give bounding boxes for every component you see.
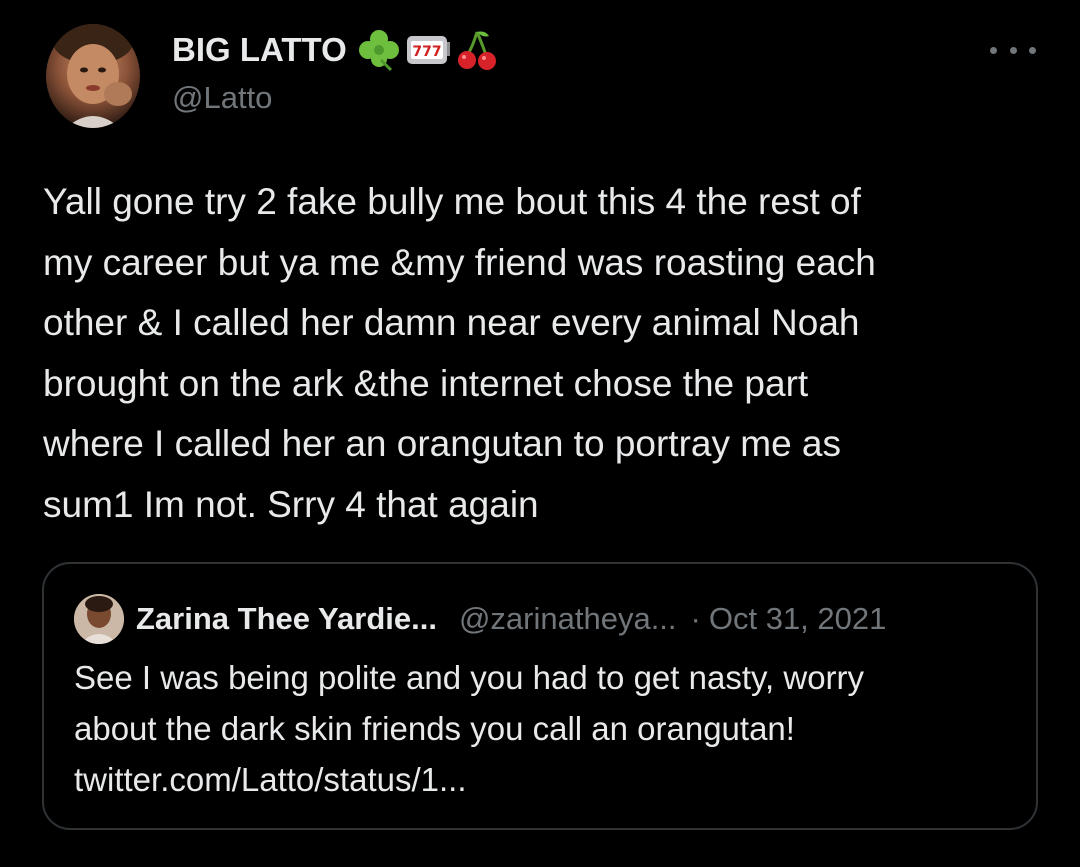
quoted-author-handle[interactable]: @zarinatheya... (459, 601, 677, 637)
quoted-avatar-photo-icon (74, 594, 124, 644)
more-dot (990, 46, 997, 54)
name-emojis: 777 (357, 28, 499, 72)
quoted-author-avatar[interactable] (74, 594, 124, 644)
tweet-text-line: my career but ya me &my friend was roast… (43, 241, 876, 283)
more-options-icon[interactable] (990, 40, 1036, 60)
quoted-tweet-header: Zarina Thee Yardie... @zarinatheya... · … (136, 594, 886, 644)
tweet-text-line: other & I called her damn near every ani… (43, 302, 860, 343)
author-name[interactable]: BIG LATTO 777 (172, 28, 499, 72)
tweet-text: Yall gone try 2 fake bully me bout this … (43, 172, 1043, 535)
quoted-date[interactable]: Oct 31, 2021 (709, 601, 887, 637)
tweet: BIG LATTO 777 @Latto Yall gone try 2 fak… (0, 0, 1080, 867)
shamrock-icon (358, 30, 399, 72)
tweet-text-line: Yall gone try 2 fake bully me bout this … (43, 181, 861, 222)
quoted-tweet-text: See I was being polite and you had to ge… (74, 652, 1014, 805)
quoted-link[interactable]: twitter.com/Latto/status/1... (74, 754, 1014, 805)
tweet-text-line: where I called her an orangutan to portr… (43, 423, 842, 464)
quoted-tweet-card[interactable]: Zarina Thee Yardie... @zarinatheya... · … (42, 562, 1038, 830)
quoted-text-line: about the dark skin friends you call an … (74, 710, 795, 747)
quoted-separator: · (690, 601, 701, 636)
svg-text:777: 777 (412, 44, 441, 60)
quoted-author-name[interactable]: Zarina Thee Yardie... (136, 601, 437, 637)
author-name-text: BIG LATTO (172, 31, 347, 68)
avatar-photo-icon (53, 24, 133, 128)
tweet-text-line: brought on the ark &the internet chose t… (43, 362, 809, 404)
tweet-text-line: sum1 Im not. Srry 4 that again (43, 483, 539, 525)
slot-machine-icon: 777 (406, 36, 450, 64)
author-avatar[interactable] (46, 24, 140, 128)
author-handle[interactable]: @Latto (172, 80, 272, 116)
quoted-text-line: See I was being polite and you had to ge… (74, 659, 865, 696)
more-dot (1009, 46, 1017, 54)
more-dot (1029, 46, 1036, 54)
cherries-icon (457, 31, 496, 70)
